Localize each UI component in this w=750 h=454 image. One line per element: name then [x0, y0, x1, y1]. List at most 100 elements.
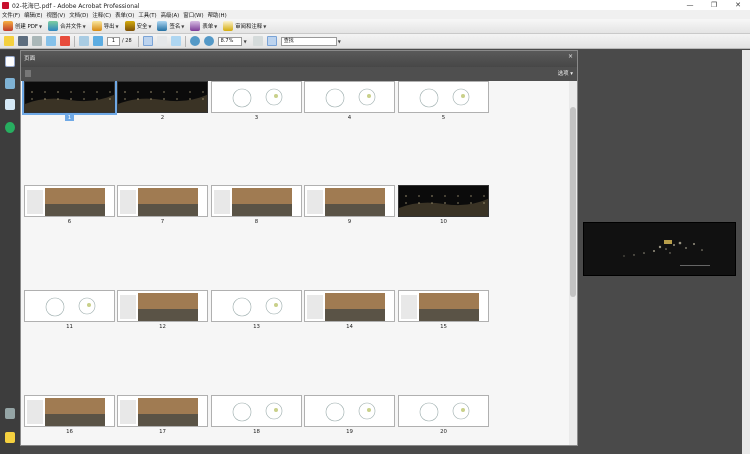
menu-edit[interactable]: 编辑(E)	[24, 11, 42, 19]
menu-forms[interactable]: 表单(O)	[115, 11, 134, 19]
page-thumbnail[interactable]	[398, 81, 489, 113]
signatures-icon[interactable]	[5, 99, 15, 110]
pages-panel: 页面 × 选项 ▾ 1 2 3 4 5 6 7 8 9 10 11 12 13 14 15 16 17 18 19 2…	[20, 50, 578, 446]
page-thumbnail[interactable]	[304, 81, 395, 113]
comment-icon	[223, 21, 234, 31]
zoom-in-icon[interactable]	[203, 36, 214, 46]
page-thumbnail[interactable]	[117, 395, 208, 427]
zoom-dropdown-icon[interactable]: ▼	[244, 39, 247, 44]
menu-help[interactable]: 帮助(H)	[208, 11, 227, 19]
menu-view[interactable]: 视图(V)	[47, 11, 66, 19]
find-input[interactable]: 查找	[280, 36, 337, 46]
page-thumbnail[interactable]	[211, 395, 302, 427]
fit-width-icon[interactable]	[252, 36, 263, 46]
page-thumbnail[interactable]	[24, 395, 115, 427]
page-thumbnail[interactable]	[24, 185, 115, 217]
page-number-label: 2	[160, 115, 165, 121]
page-thumbnail[interactable]	[117, 290, 208, 322]
secure-button[interactable]: 安全 ▼	[124, 21, 152, 31]
sign-button[interactable]: 签名 ▼	[157, 21, 184, 31]
page-number-label: 16	[66, 429, 73, 435]
delete-page-icon[interactable]	[25, 70, 31, 77]
page-thumbnail[interactable]	[304, 290, 395, 322]
menu-window[interactable]: 窗口(W)	[183, 11, 203, 19]
thumbnail-preview	[232, 297, 283, 317]
minimize-button[interactable]: —	[678, 0, 702, 10]
pages-panel-icon[interactable]	[5, 56, 15, 67]
thumbnail-preview	[399, 195, 488, 216]
menu-comments[interactable]: 注释(C)	[92, 11, 111, 19]
page-thumbnail[interactable]	[24, 290, 115, 322]
zoom-level-input[interactable]: 8.7%	[217, 36, 242, 46]
page-thumbnail[interactable]	[117, 185, 208, 217]
page-thumbnail[interactable]	[398, 185, 489, 217]
menu-document[interactable]: 文档(D)	[69, 11, 88, 19]
thumbnail-preview	[120, 188, 198, 216]
menu-advanced[interactable]: 高级(A)	[161, 11, 180, 19]
print-icon[interactable]	[18, 36, 28, 46]
attachments-icon[interactable]	[5, 408, 15, 419]
window-title: 02-花海已.pdf - Adobe Acrobat Professional	[12, 2, 140, 10]
zoom-out-icon[interactable]	[189, 36, 200, 46]
page-thumbnail[interactable]	[398, 395, 489, 427]
hand-tool-icon[interactable]	[156, 36, 167, 46]
page-thumbnail[interactable]	[398, 290, 489, 322]
page-thumbnail[interactable]	[211, 290, 302, 322]
restore-button[interactable]: ❐	[702, 0, 726, 10]
menu-bar: 文件(F) 编辑(E) 视图(V) 文档(D) 注释(C) 表单(O) 工具(T…	[0, 10, 750, 19]
marquee-zoom-icon[interactable]	[170, 36, 181, 46]
email-icon[interactable]	[46, 36, 56, 46]
create-pdf-button[interactable]: 创建 PDF ▼	[3, 21, 42, 31]
page-thumbnail[interactable]	[117, 81, 208, 113]
document-scrollbar[interactable]	[742, 50, 750, 454]
forms-label: 表单	[202, 24, 214, 30]
page-number-label: 10	[440, 219, 447, 225]
save-icon[interactable]	[32, 36, 42, 46]
thumbnail-preview	[419, 88, 470, 108]
export-button[interactable]: 导出 ▼	[91, 21, 119, 31]
comments-icon[interactable]	[5, 432, 15, 443]
page-thumbnail[interactable]	[211, 185, 302, 217]
page-number-label: 17	[159, 429, 166, 435]
panel-bottom-gap	[20, 446, 578, 454]
scrollbar-thumb[interactable]	[570, 107, 576, 297]
open-folder-icon[interactable]	[4, 36, 14, 46]
thumbnail-preview	[45, 297, 96, 317]
page-number-input[interactable]: 1	[107, 36, 120, 46]
navigation-pane	[0, 50, 20, 454]
chevron-down-icon: ▼	[148, 23, 152, 29]
thumbnail-scrollbar[interactable]	[569, 81, 577, 445]
bookmarks-icon[interactable]	[5, 78, 15, 89]
options-menu-button[interactable]: 选项 ▾	[558, 69, 573, 77]
menu-tools[interactable]: 工具(T)	[138, 11, 156, 19]
forms-button[interactable]: 表单 ▼	[190, 21, 217, 31]
thumbnail-preview	[25, 91, 114, 112]
page-number-label: 7	[160, 219, 165, 225]
review-comment-button[interactable]: 审阅和注释 ▼	[223, 21, 266, 31]
find-dropdown-icon[interactable]: ▼	[338, 39, 341, 44]
page-number-label: 5	[441, 115, 446, 121]
acrobat-app-icon	[2, 1, 9, 9]
fit-page-icon[interactable]	[266, 36, 277, 46]
page-number-label: 18	[253, 429, 260, 435]
collaborate-icon[interactable]	[60, 36, 70, 46]
toolbar-divider	[137, 35, 139, 47]
combine-files-button[interactable]: 合并文件 ▼	[48, 21, 86, 31]
page-thumbnail[interactable]	[211, 81, 302, 113]
options-label: 选项	[557, 71, 569, 77]
previous-page-icon[interactable]	[79, 36, 89, 46]
close-panel-button[interactable]: ×	[568, 53, 573, 60]
page-thumbnail[interactable]	[304, 185, 395, 217]
page-thumbnail[interactable]	[304, 395, 395, 427]
close-button[interactable]: ✕	[726, 0, 750, 10]
page-thumbnail[interactable]	[22, 81, 117, 115]
pages-panel-toolbar	[21, 67, 577, 81]
document-page[interactable]	[583, 222, 736, 276]
thumbnail-preview	[307, 293, 385, 321]
next-page-icon[interactable]	[93, 36, 103, 46]
help-icon[interactable]	[5, 122, 15, 133]
combine-files-icon	[48, 21, 59, 31]
menu-file[interactable]: 文件(F)	[2, 11, 20, 19]
select-tool-icon[interactable]	[142, 36, 153, 46]
chevron-down-icon: ▼	[115, 23, 119, 29]
